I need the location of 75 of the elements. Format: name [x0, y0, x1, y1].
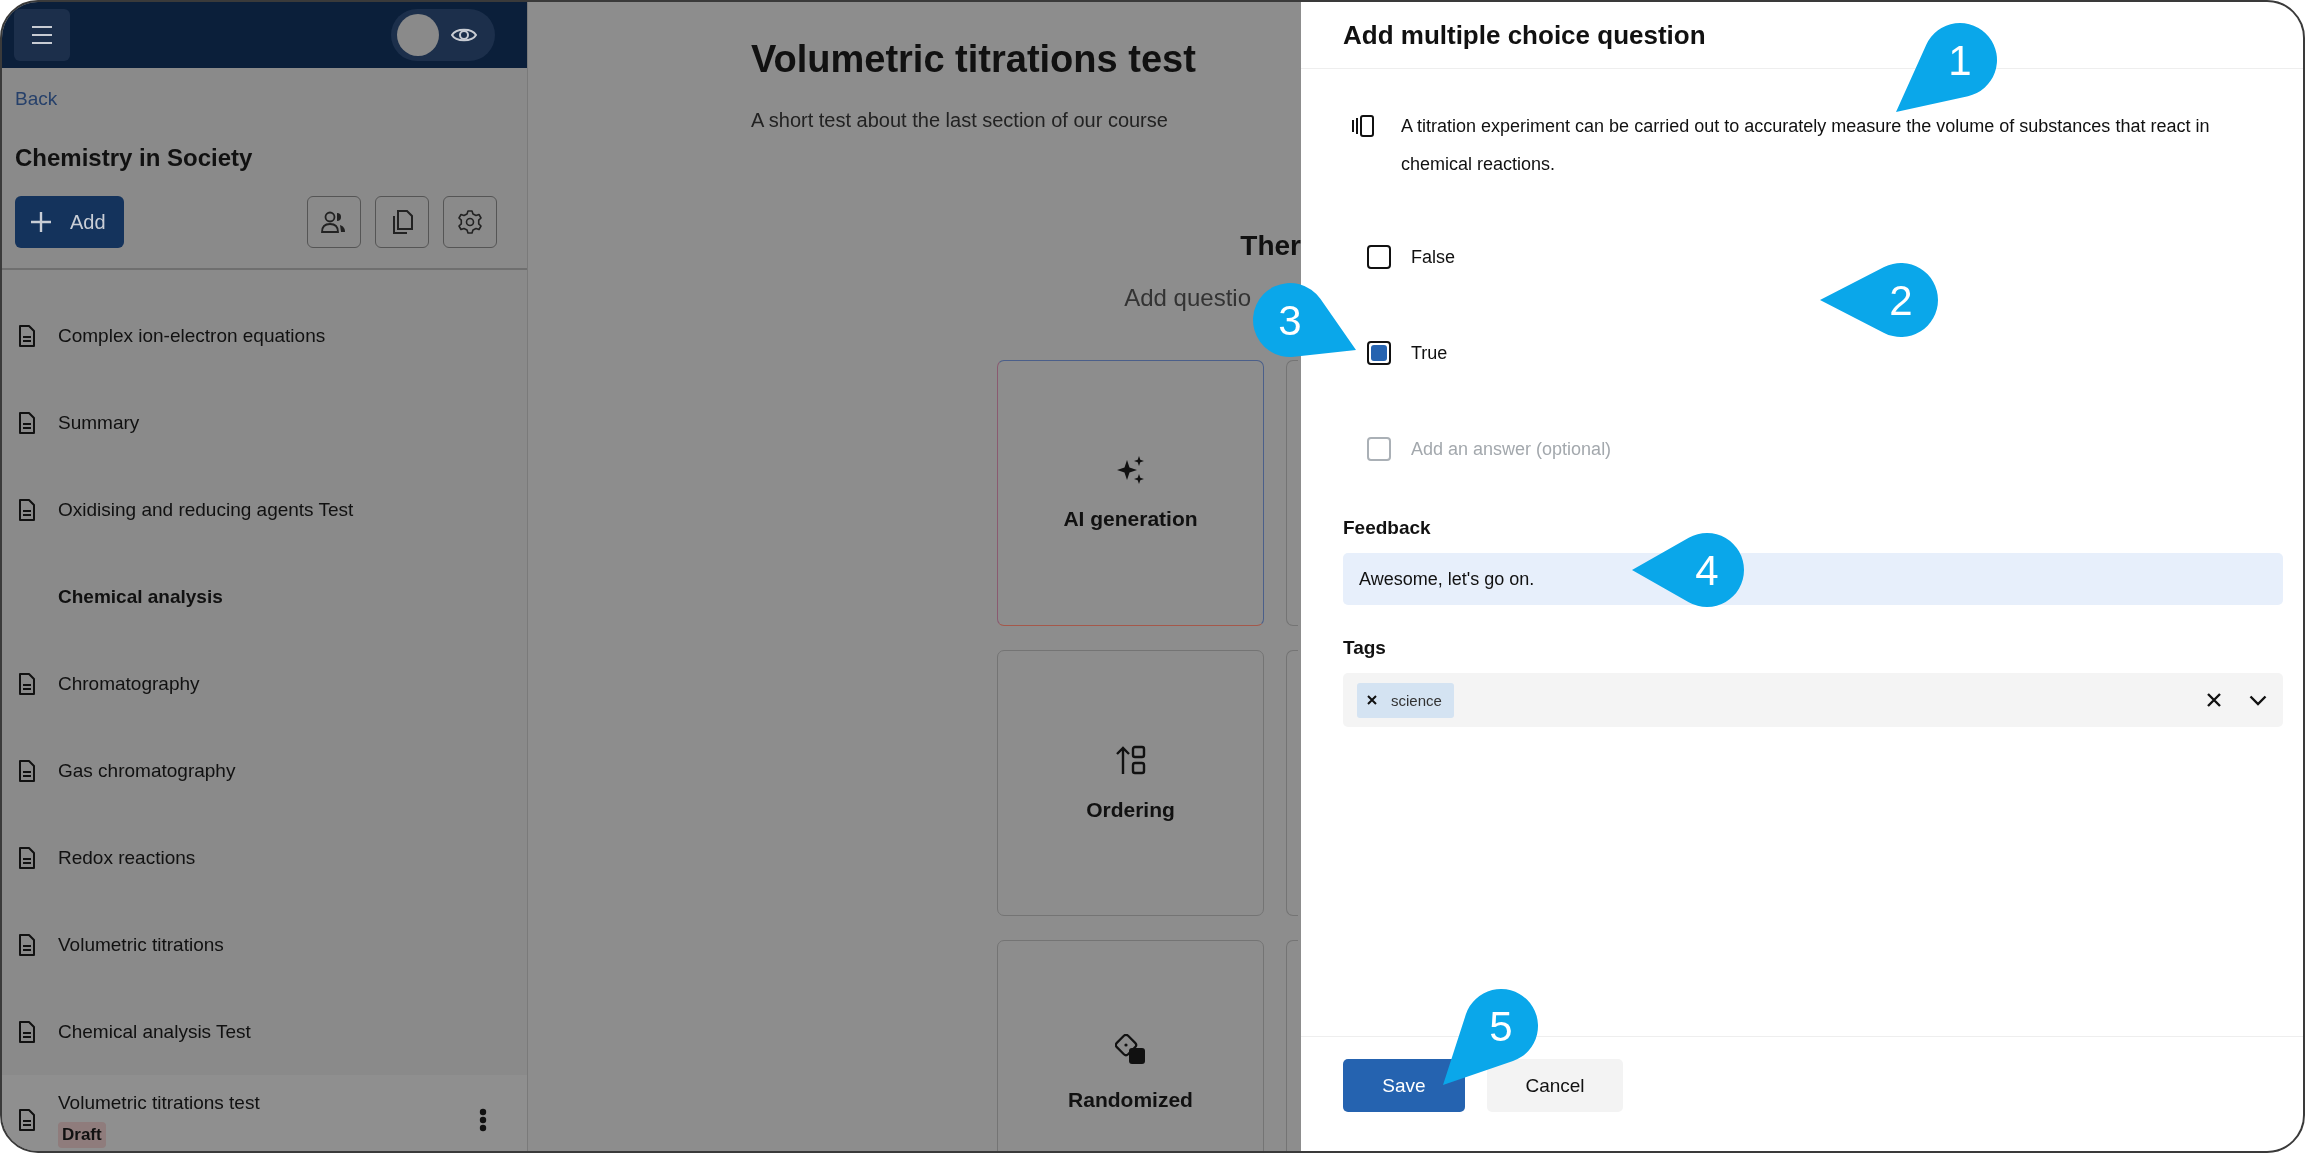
sidebar-item[interactable]: Volumetric titrations test Draft — [2, 1075, 527, 1151]
question-type-card[interactable]: AI generation — [997, 360, 1264, 626]
item-label: Volumetric titrations — [58, 933, 225, 956]
add-button[interactable]: Add — [15, 196, 124, 248]
tags-label: Tags — [1343, 637, 1387, 659]
save-button[interactable]: Save — [1343, 1059, 1465, 1112]
settings-icon — [458, 210, 482, 234]
plus-icon — [30, 211, 52, 233]
item-label: Complex ion-electron equations — [58, 324, 327, 347]
document-icon — [18, 411, 36, 434]
answer-checkbox[interactable] — [1367, 437, 1391, 461]
back-link[interactable]: Back — [2, 68, 527, 110]
item-label: Volumetric titrations test — [58, 1092, 261, 1114]
sort-icon — [1114, 744, 1147, 776]
answer-checkbox[interactable] — [1367, 341, 1391, 365]
course-title: Chemistry in Society — [14, 143, 254, 172]
empty-hint: Add questio — [1124, 284, 1251, 312]
answer-checkbox[interactable] — [1367, 245, 1391, 269]
callout-marker: 4 — [1632, 533, 1744, 607]
document-icon — [18, 324, 36, 347]
test-title: Volumetric titrations test — [751, 38, 1197, 81]
panel-title: Add multiple choice question — [1343, 19, 1706, 51]
item-label: Redox reactions — [58, 846, 197, 869]
question-text: A titration experiment can be carried out to accurately measure the volume of substances that react in chemical reactions. — [1401, 115, 2211, 176]
sidebar-item[interactable]: Summary — [2, 379, 527, 466]
sidebar-item[interactable]: Redox reactions — [2, 814, 527, 901]
copy-icon — [391, 209, 413, 235]
answer-label: False — [1411, 246, 1455, 268]
item-label: Chemical analysis Test — [58, 1020, 252, 1043]
document-icon — [18, 672, 36, 695]
remove-icon[interactable] — [1367, 695, 1377, 705]
dice-icon — [1114, 1034, 1147, 1066]
copy-button[interactable] — [375, 196, 429, 248]
item-label: Gas chromatography — [58, 759, 237, 782]
test-subtitle: A short test about the last section of our course — [751, 109, 1169, 132]
feedback-label: Feedback — [1343, 517, 1432, 539]
sidebar-item[interactable]: Chemical analysis Test — [2, 988, 527, 1075]
question-type-icon — [1351, 115, 1375, 137]
more-icon[interactable] — [479, 1108, 487, 1132]
members-button[interactable] — [307, 196, 361, 248]
sidebar-item[interactable]: Complex ion-electron equations — [2, 292, 527, 379]
tags-field[interactable]: science — [1343, 673, 2283, 727]
question-type-card[interactable]: Ordering — [997, 650, 1264, 916]
document-icon — [18, 498, 36, 521]
chevron-down-icon[interactable] — [2249, 694, 2267, 706]
people-icon — [321, 210, 347, 234]
document-icon — [18, 933, 36, 956]
toggle-knob — [397, 14, 439, 56]
document-icon — [18, 759, 36, 782]
sidebar-item[interactable]: Gas chromatography — [2, 727, 527, 814]
menu-button[interactable] — [14, 9, 70, 61]
settings-button[interactable] — [443, 196, 497, 248]
empty-heading: Ther — [1240, 230, 1301, 262]
document-icon — [18, 1109, 36, 1131]
sidebar-item[interactable]: Chemical analysis — [2, 553, 527, 640]
document-icon — [18, 846, 36, 869]
sidebar-item[interactable]: Volumetric titrations — [2, 901, 527, 988]
callout-marker: 3 — [1253, 283, 1356, 357]
item-label: Summary — [58, 411, 141, 434]
answer-label: True — [1411, 342, 1448, 364]
sidebar-item[interactable]: Oxidising and reducing agents Test — [2, 466, 527, 553]
answer-input[interactable]: Add an answer (optional) — [1411, 438, 1811, 460]
item-label: Chemical analysis — [58, 585, 224, 608]
item-label: Chromatography — [58, 672, 201, 695]
document-icon — [18, 1020, 36, 1043]
item-label: Oxidising and reducing agents Test — [58, 498, 355, 521]
tag-label: science — [1391, 691, 1442, 709]
callout-marker: 2 — [1820, 263, 1938, 337]
menu-icon — [31, 25, 53, 45]
preview-toggle[interactable] — [391, 9, 495, 61]
question-type-card[interactable]: Randomized — [997, 940, 1264, 1151]
status-badge: Draft — [58, 1122, 106, 1148]
callout-marker: 1 — [1896, 23, 1997, 112]
clear-icon[interactable] — [2207, 693, 2221, 707]
sidebar-item[interactable]: Chromatography — [2, 640, 527, 727]
